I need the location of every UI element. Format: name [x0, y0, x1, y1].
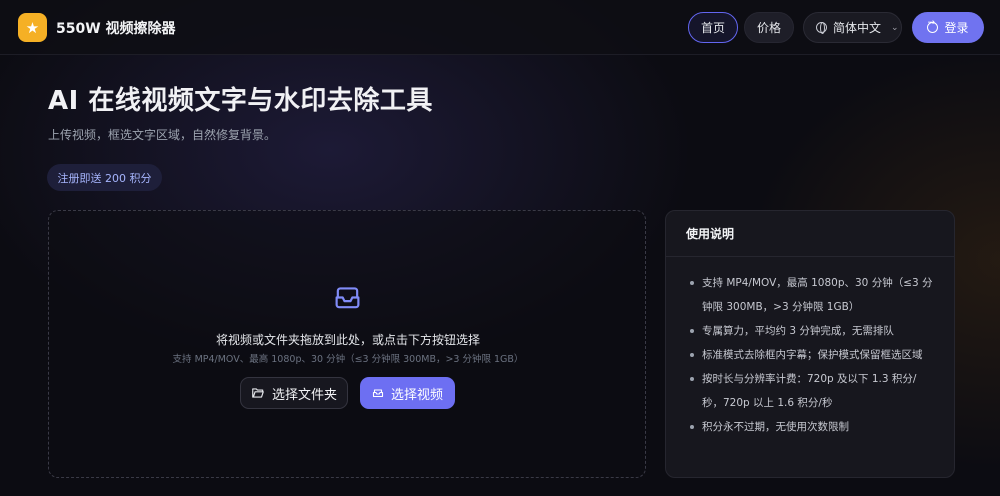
- page-title: AI 在线视频文字与水印去除工具: [48, 86, 433, 116]
- language-label: 简体中文: [833, 21, 882, 35]
- list-item: 按时长与分辨率计费：720p 及以下 1.3 积分/秒，720p 以上 1.6 …: [688, 367, 936, 415]
- list-item: 专属算力，平均约 3 分钟完成，无需排队: [688, 319, 936, 343]
- select-folder-button[interactable]: 选择文件夹: [240, 377, 348, 409]
- login-label: 登录: [944, 21, 969, 35]
- upload-limits: 支持 MP4/MOV、最高 1080p、30 分钟（≤3 分钟限 300MB，>…: [172, 354, 524, 365]
- list-item: 积分永不过期，无使用次数限制: [688, 415, 936, 439]
- instructions-panel: 使用说明 支持 MP4/MOV，最高 1080p、30 分钟（≤3 分钟限 30…: [665, 210, 955, 478]
- nav-home-button[interactable]: 首页: [688, 12, 738, 43]
- select-folder-label: 选择文件夹: [271, 387, 337, 403]
- signup-bonus-badge: 注册即送 200 积分: [47, 164, 162, 191]
- language-selector[interactable]: 简体中文 ⌄: [803, 12, 902, 43]
- list-item: 标准模式去除框内字幕；保护模式保留框选区域: [688, 343, 936, 367]
- upload-instruction: 将视频或文件夹拖放到此处，或点击下方按钮选择: [215, 333, 480, 347]
- login-button[interactable]: 登录: [912, 12, 984, 43]
- page-subtitle: 上传视频，框选文字区域，自然修复背景。: [48, 128, 277, 142]
- logo-star-icon[interactable]: ★: [18, 13, 47, 42]
- instructions-title: 使用说明: [666, 211, 954, 257]
- inbox-tray-icon: [335, 287, 360, 309]
- instructions-list: 支持 MP4/MOV，最高 1080p、30 分钟（≤3 分钟限 300MB，>…: [666, 257, 954, 439]
- chevron-down-icon: ⌄: [891, 22, 899, 33]
- globe-icon: [816, 22, 827, 34]
- select-video-label: 选择视频: [390, 387, 443, 403]
- list-item: 支持 MP4/MOV，最高 1080p、30 分钟（≤3 分钟限 300MB，>…: [688, 271, 936, 319]
- inbox-icon: [372, 389, 384, 398]
- login-icon: [927, 18, 939, 33]
- top-header: ★ 550W 视频擦除器 首页 价格 简体中文 ⌄ 登录: [0, 0, 1000, 55]
- select-video-button[interactable]: 选择视频: [360, 377, 455, 409]
- upload-dropzone[interactable]: 将视频或文件夹拖放到此处，或点击下方按钮选择 支持 MP4/MOV、最高 108…: [48, 210, 646, 478]
- brand-name[interactable]: 550W 视频擦除器: [56, 18, 176, 38]
- nav-price-button[interactable]: 价格: [744, 12, 794, 43]
- folder-open-icon: [252, 388, 264, 398]
